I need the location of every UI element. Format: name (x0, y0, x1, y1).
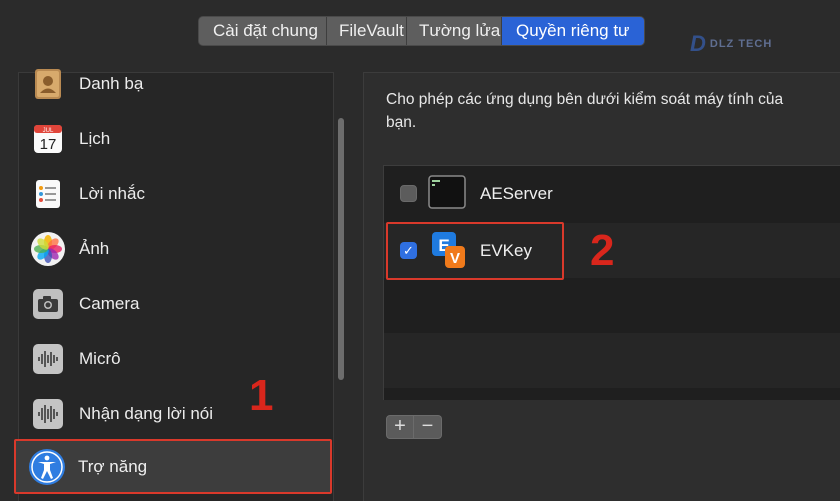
evkey-highlight (386, 222, 564, 280)
contacts-icon (30, 66, 66, 102)
step-2-marker: 2 (590, 226, 615, 275)
sidebar-item-contacts[interactable]: Danh bạ (19, 56, 333, 111)
add-button[interactable]: + (386, 415, 414, 439)
sidebar-item-microphone[interactable]: Micrô (19, 331, 333, 386)
tab-firewall[interactable]: Tường lửa (407, 17, 502, 45)
remove-button[interactable]: − (414, 415, 442, 439)
list-item (384, 333, 840, 388)
app-checkbox-aeserver[interactable] (400, 185, 417, 202)
microphone-icon (30, 341, 66, 377)
accessibility-description: Cho phép các ứng dụng bên dưới kiểm soát… (386, 91, 784, 131)
speech-recognition-icon (30, 396, 66, 432)
sidebar-item-label: Trợ năng (78, 457, 148, 476)
photos-icon (30, 231, 66, 267)
calendar-icon: JUL 17 (30, 121, 66, 157)
sidebar-item-label: Camera (79, 293, 140, 313)
tab-general[interactable]: Cài đặt chung (199, 17, 327, 45)
watermark-logo: D DLZ TECH (690, 26, 798, 62)
watermark-mark: D (690, 31, 706, 56)
sidebar-item-speech-recognition[interactable]: Nhận dạng lời nói (19, 386, 333, 441)
sidebar-item-label: Ảnh (79, 238, 110, 258)
list-item (384, 278, 840, 333)
sidebar-scrollbar[interactable] (338, 118, 344, 380)
add-remove-controls: + − (386, 415, 442, 439)
sidebar-item-label: Micrô (79, 348, 121, 368)
list-item[interactable]: AEServer (384, 166, 840, 221)
sidebar-item-label: Lịch (79, 128, 111, 148)
sidebar-item-reminders[interactable]: Lời nhắc (19, 166, 333, 221)
sidebar-item-label: Nhận dạng lời nói (79, 403, 214, 423)
tab-privacy[interactable]: Quyền riêng tư (502, 17, 644, 45)
watermark-text: DLZ TECH (709, 38, 773, 50)
sidebar-item-accessibility[interactable]: Trợ năng (14, 439, 332, 494)
calendar-day: 17 (40, 136, 57, 153)
sidebar-item-label: Lời nhắc (79, 183, 145, 203)
sidebar-item-camera[interactable]: Camera (19, 276, 333, 331)
tab-filevault[interactable]: FileVault (327, 17, 407, 45)
privacy-category-list: Danh bạ JUL 17 Lịch Lời nhắc Ảnh Camera M… (18, 68, 334, 501)
sidebar-item-photos[interactable]: Ảnh (19, 221, 333, 276)
accessibility-icon (28, 448, 66, 491)
tab-bar: Cài đặt chung FileVault Tường lửa Quyền … (198, 16, 645, 46)
reminders-icon (30, 176, 66, 212)
sidebar-item-label: Danh bạ (79, 73, 144, 93)
terminal-icon (428, 175, 466, 213)
calendar-month: JUL (43, 128, 54, 134)
camera-icon (30, 286, 66, 322)
app-list: AEServer ✓ EV EVKey (383, 165, 840, 400)
app-name: AEServer (480, 184, 553, 203)
sidebar-item-calendar[interactable]: JUL 17 Lịch (19, 111, 333, 166)
step-1-marker: 1 (249, 371, 274, 420)
